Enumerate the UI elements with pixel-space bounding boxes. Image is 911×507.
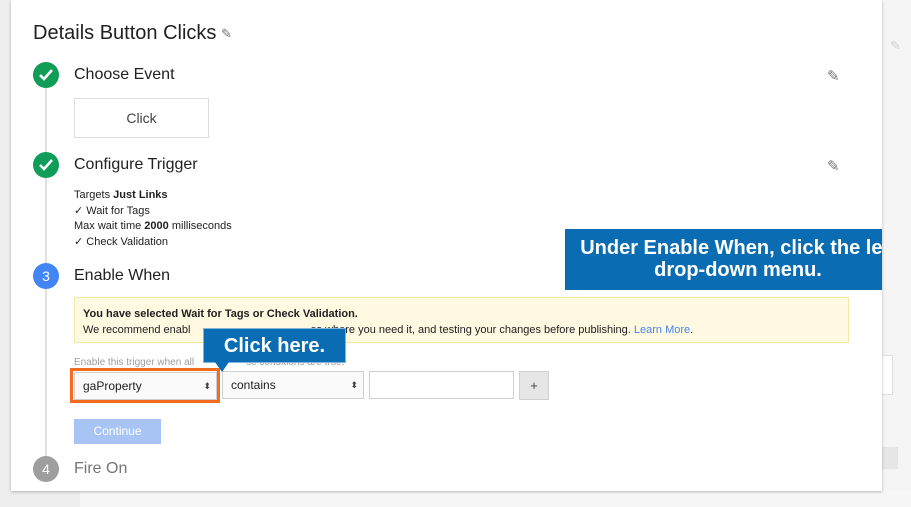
edit-choose-event-pencil-icon[interactable]: ✎ (827, 67, 840, 85)
page-title: Details Button Clicks (33, 22, 217, 44)
step-choose-event-label: Choose Event (74, 66, 175, 83)
step-2-done-check-icon (33, 152, 59, 178)
warning-title: You have selected Wait for Tags or Check… (83, 308, 358, 320)
condition-value-input[interactable] (369, 371, 514, 399)
validation-warning-box: You have selected Wait for Tags or Check… (74, 297, 849, 343)
title-pencil-icon[interactable]: ✎ (221, 26, 232, 42)
step-enable-when-label: Enable When (74, 267, 171, 284)
targets-line: Targets Just Links (74, 189, 168, 201)
callout-pointer (215, 362, 229, 372)
background-input (881, 355, 893, 395)
check-validation-line: ✓ Check Validation (74, 236, 169, 248)
step-1-done-check-icon (33, 62, 59, 88)
updown-arrow-icon: ⬍ (350, 380, 358, 390)
warning-text: We recommend enabl es where you need it, … (83, 324, 694, 336)
small-check-icon: ✓ (74, 236, 87, 248)
wait-for-tags-line: ✓ Wait for Tags (74, 205, 150, 217)
edit-configure-trigger-pencil-icon[interactable]: ✎ (827, 157, 840, 175)
learn-more-link[interactable]: Learn More (634, 324, 690, 336)
background-footer (80, 491, 911, 507)
background-panel (881, 0, 911, 507)
trigger-editor-card: Details Button Clicks ✎ Choose Event ✎ C… (11, 0, 882, 491)
background-button (881, 447, 898, 469)
continue-button[interactable]: Continue (74, 419, 161, 444)
step-4-number: 4 (33, 456, 59, 482)
max-wait-line: Max wait time 2000 milliseconds (74, 220, 232, 232)
step-fire-on-label[interactable]: Fire On (74, 460, 127, 478)
event-type-box[interactable]: Click (74, 98, 209, 138)
step-configure-trigger-label: Configure Trigger (74, 156, 198, 173)
instruction-callout: Under Enable When, click the left drop-d… (565, 229, 882, 290)
add-condition-button[interactable]: + (519, 371, 549, 400)
operator-dropdown[interactable]: contains ⬍ (222, 371, 364, 399)
orange-highlight-box (70, 368, 220, 403)
click-here-callout: Click here. (203, 328, 346, 363)
small-check-icon: ✓ (74, 205, 87, 217)
step-3-number: 3 (33, 263, 59, 289)
background-pencil-icon: ✎ (890, 38, 901, 53)
